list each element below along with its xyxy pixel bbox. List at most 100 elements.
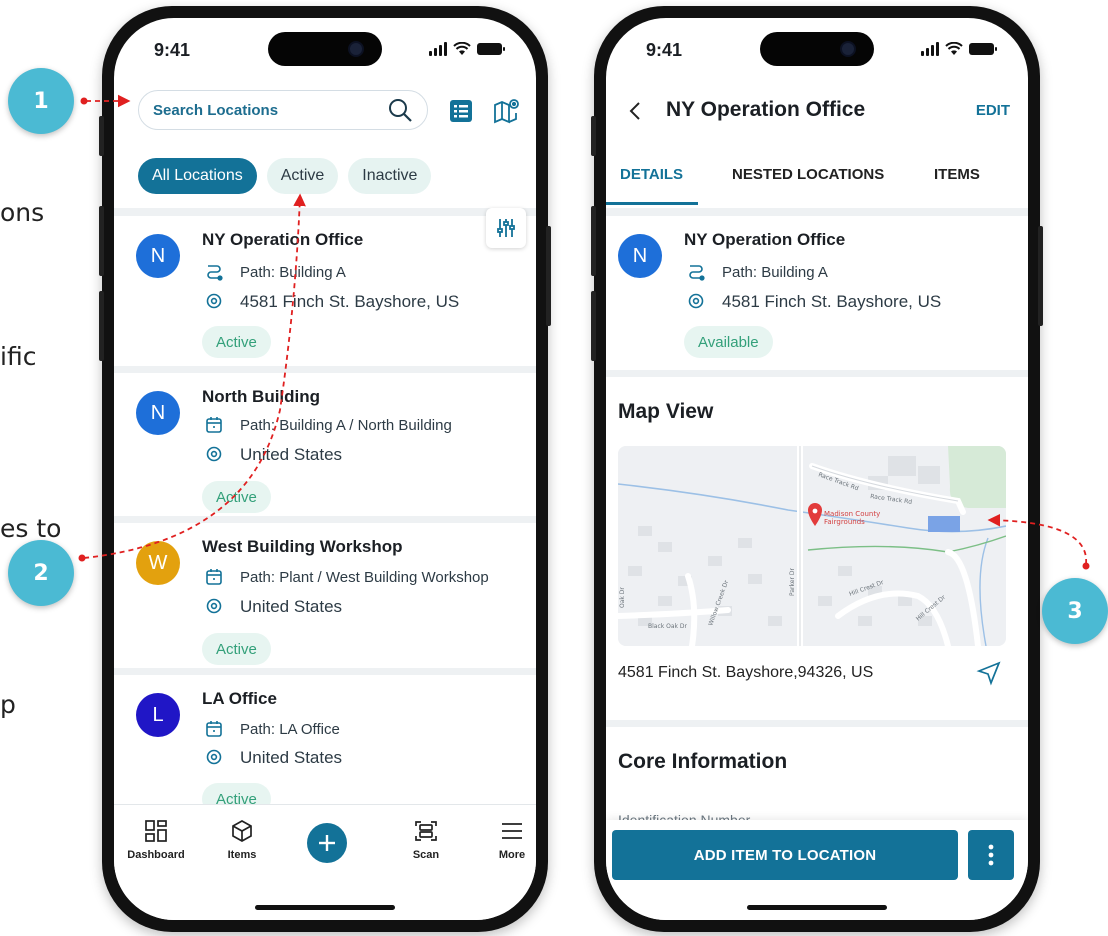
wifi-icon [453, 42, 471, 55]
sliders-icon [497, 219, 515, 237]
location-name: NY Operation Office [202, 230, 364, 249]
filter-chips: All Locations Active Inactive [138, 158, 432, 194]
location-path: Path: Building A [722, 263, 828, 281]
side-text-2: ific [0, 342, 37, 371]
map-place-label: Fairgrounds [824, 518, 865, 526]
add-button[interactable] [307, 823, 347, 863]
marker-3: 3 [1042, 578, 1108, 644]
avatar: W [136, 541, 180, 585]
map-view-title: Map View [618, 400, 714, 423]
calendar-icon [202, 415, 226, 435]
scan-icon [415, 821, 437, 841]
list-item-location-3[interactable]: W West Building Workshop Path: Plant / W… [114, 523, 536, 673]
location-path: Path: Building A [240, 263, 346, 281]
side-text-1: ons [0, 198, 45, 227]
search-bar[interactable] [138, 90, 428, 130]
tab-label: Scan [412, 849, 440, 861]
map-address: 4581 Finch St. Bayshore,94326, US [618, 664, 874, 681]
side-text-4: p [0, 690, 16, 719]
status-time: 9:41 [646, 40, 683, 60]
location-address: United States [240, 597, 343, 616]
tab-label: More [498, 849, 526, 861]
edit-button[interactable]: EDIT [976, 102, 1010, 119]
location-path: Path: LA Office [240, 720, 340, 738]
search-input[interactable] [153, 101, 373, 119]
status-badge: Active [202, 633, 271, 665]
location-pin-icon [202, 292, 226, 312]
location-name: LA Office [202, 689, 277, 708]
search-icon[interactable] [387, 97, 413, 123]
location-address: 4581 Finch St. Bayshore, US [240, 292, 460, 311]
location-pin-icon [202, 748, 226, 768]
status-badge: Active [202, 326, 271, 358]
menu-icon [502, 823, 522, 839]
dashboard-icon [145, 820, 167, 842]
side-text-3: es to [0, 514, 62, 543]
location-pin-icon [202, 597, 226, 617]
location-path: Path: Building A / North Building [240, 416, 452, 434]
chip-inactive[interactable]: Inactive [348, 158, 432, 194]
status-bar: 9:41 [606, 40, 1028, 66]
calendar-icon [202, 567, 226, 587]
plus-icon [319, 835, 335, 851]
location-pin-icon [684, 292, 708, 312]
status-badge: Active [202, 481, 271, 513]
tab-label: Dashboard [127, 849, 185, 861]
tab-items[interactable]: Items [206, 819, 278, 861]
location-path: Path: Plant / West Building Workshop [240, 568, 489, 586]
bottom-action-bar: ADD ITEM TO LOCATION [606, 820, 1028, 920]
cube-icon [232, 820, 252, 842]
chip-all-locations[interactable]: All Locations [138, 158, 257, 194]
location-address: 4581 Finch St. Bayshore, US [722, 292, 942, 311]
map-place-label: Madison County [824, 510, 880, 518]
signal-icon [921, 42, 939, 56]
map-view[interactable]: Race Track Rd Race Track Rd Hill Crest D… [618, 446, 1006, 646]
map-road-label: Parker Dr [789, 568, 796, 596]
path-icon [684, 262, 708, 282]
phone-frame-detail: 9:41 NY Operation Office EDIT DETAILS NE… [591, 6, 1043, 932]
tab-label: Items [227, 849, 257, 861]
path-icon [202, 262, 226, 282]
status-badge: Available [684, 326, 773, 358]
list-item-location-4[interactable]: L LA Office Path: LA Office United State… [114, 675, 536, 825]
tab-more[interactable]: More [476, 819, 536, 861]
status-bar: 9:41 [114, 40, 536, 66]
list-view-icon[interactable] [448, 98, 474, 124]
back-chevron-icon[interactable] [628, 100, 642, 122]
avatar: N [136, 391, 180, 435]
chip-active[interactable]: Active [266, 158, 339, 194]
location-address: United States [240, 445, 343, 464]
core-information-title: Core Information [618, 750, 788, 773]
detail-tabs: DETAILS NESTED LOCATIONS ITEMS [606, 158, 1028, 208]
location-name: North Building [202, 387, 321, 406]
bottom-tab-bar: Dashboard Items Scan More [114, 804, 536, 920]
marker-2: 2 [8, 540, 74, 606]
map-view-icon[interactable] [492, 96, 522, 126]
tab-details[interactable]: DETAILS [620, 166, 683, 183]
home-indicator [747, 905, 887, 910]
calendar-icon [202, 719, 226, 739]
list-item-location-2[interactable]: N North Building Path: Building A / Nort… [114, 373, 536, 523]
tab-underline [606, 202, 698, 205]
map-road-label: Black Oak Dr [648, 623, 688, 630]
map-road-label: Oak Dr [619, 587, 626, 608]
phone-frame-list: 9:41 All Locations Active Inactive [99, 6, 551, 932]
more-options-button[interactable] [968, 830, 1014, 880]
tab-dashboard[interactable]: Dashboard [120, 819, 192, 861]
kebab-menu-icon [988, 844, 994, 866]
battery-icon [477, 43, 505, 55]
add-item-to-location-button[interactable]: ADD ITEM TO LOCATION [612, 830, 958, 880]
detail-screen: 9:41 NY Operation Office EDIT DETAILS NE… [606, 18, 1028, 920]
tab-nested-locations[interactable]: NESTED LOCATIONS [732, 166, 884, 183]
marker-1: 1 [8, 68, 74, 134]
status-time: 9:41 [154, 40, 191, 60]
filter-settings-button[interactable] [486, 208, 526, 248]
location-address: United States [240, 748, 343, 767]
list-item-location-1[interactable]: N NY Operation Office Path: Building A 4… [114, 216, 536, 366]
navigate-icon[interactable] [976, 660, 1002, 686]
tab-items[interactable]: ITEMS [934, 166, 980, 183]
list-screen: 9:41 All Locations Active Inactive [114, 18, 536, 920]
wifi-icon [945, 42, 963, 55]
tab-scan[interactable]: Scan [390, 819, 462, 861]
home-indicator [255, 905, 395, 910]
